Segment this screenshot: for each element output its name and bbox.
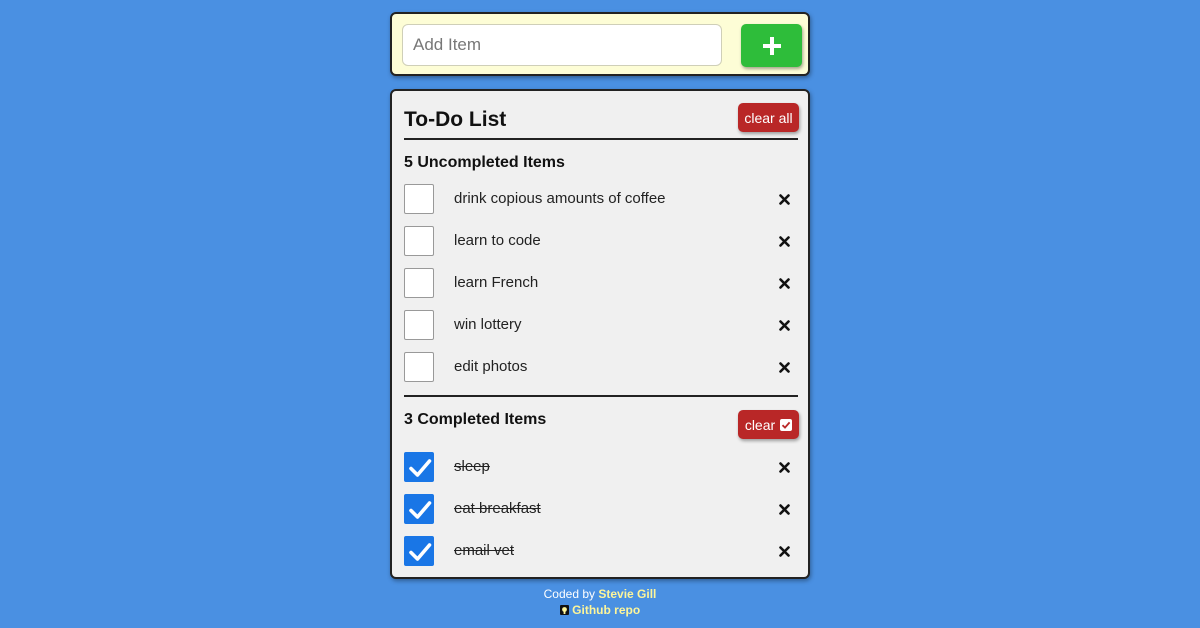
list-item: email vet [404, 536, 798, 566]
github-repo-link[interactable]: Github repo [572, 603, 640, 617]
item-checkbox[interactable] [404, 352, 434, 382]
github-icon [559, 605, 569, 615]
list-item: sleep [404, 452, 798, 482]
list-item: learn to code [404, 226, 798, 256]
item-text: sleep [454, 458, 490, 475]
add-item-form [390, 12, 810, 76]
plus-icon [762, 36, 781, 55]
item-checkbox[interactable] [404, 536, 434, 566]
delete-icon[interactable] [774, 273, 794, 293]
item-checkbox[interactable] [404, 494, 434, 524]
delete-icon[interactable] [774, 499, 794, 519]
clear-completed-label: clear [744, 416, 776, 433]
item-checkbox[interactable] [404, 268, 434, 298]
checkmark-icon [409, 543, 432, 561]
list-item: learn French [404, 268, 798, 298]
list-item: eat breakfast [404, 494, 798, 524]
delete-icon[interactable] [774, 357, 794, 377]
item-text: email vet [454, 542, 515, 559]
item-text: learn to code [454, 232, 541, 249]
item-text: eat breakfast [454, 500, 541, 517]
list-item: win lottery [404, 310, 798, 340]
delete-icon[interactable] [774, 541, 794, 561]
clear-all-label: clear all [744, 109, 793, 126]
item-text: edit photos [454, 358, 528, 375]
item-text: learn French [454, 274, 539, 291]
delete-icon[interactable] [774, 315, 794, 335]
clear-all-button[interactable]: clear all [738, 103, 799, 132]
delete-icon[interactable] [774, 189, 794, 209]
coded-by-label: Coded by [543, 587, 595, 601]
checkmark-icon [409, 459, 432, 477]
item-checkbox[interactable] [404, 184, 434, 214]
title-divider [404, 138, 798, 140]
completed-heading: 3 Completed Items [404, 411, 547, 428]
item-text: drink copious amounts of coffee [454, 190, 666, 207]
list-title: To-Do List [404, 108, 507, 131]
uncompleted-heading: 5 Uncompleted Items [404, 154, 565, 171]
author-link[interactable]: Stevie Gill [598, 587, 656, 601]
delete-icon[interactable] [774, 457, 794, 477]
checkmark-icon [409, 501, 432, 519]
item-checkbox[interactable] [404, 310, 434, 340]
footer: Coded by Stevie Gill Github repo [390, 586, 810, 618]
list-item: drink copious amounts of coffee [404, 184, 798, 214]
clear-completed-button[interactable]: clear [738, 410, 799, 439]
todo-list-card: To-Do List clear all 5 Uncompleted Items… [390, 89, 810, 579]
section-divider [404, 395, 798, 397]
list-item: edit photos [404, 352, 798, 382]
checked-box-icon [780, 418, 793, 431]
item-text: win lottery [454, 316, 522, 333]
add-item-input[interactable] [402, 24, 722, 66]
add-item-button[interactable] [741, 24, 802, 67]
item-checkbox[interactable] [404, 226, 434, 256]
item-checkbox[interactable] [404, 452, 434, 482]
delete-icon[interactable] [774, 231, 794, 251]
